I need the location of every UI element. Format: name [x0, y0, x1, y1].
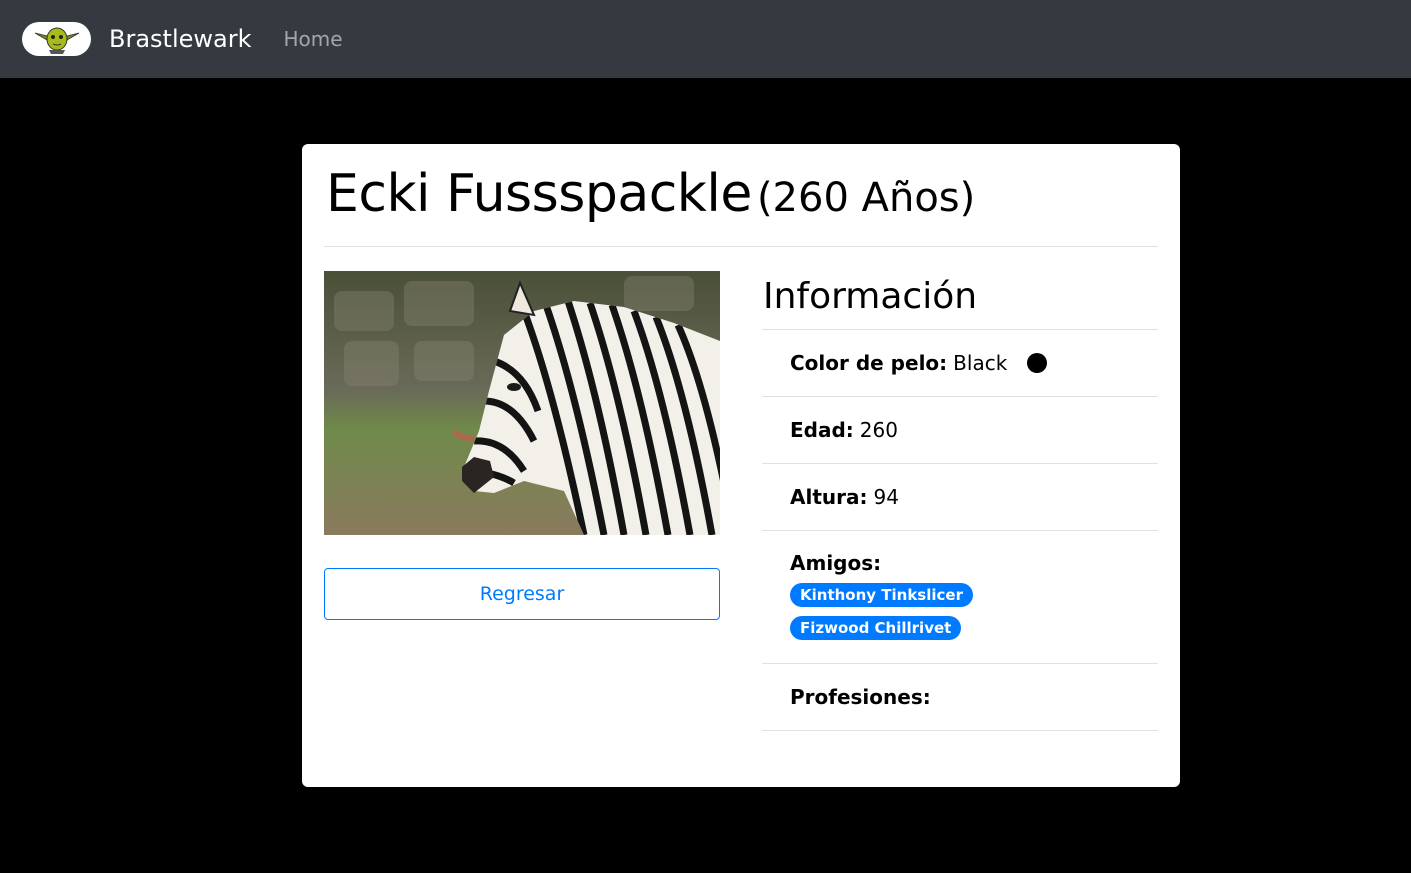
page-title: Ecki Fussspackle (260 Años) — [326, 164, 975, 224]
gnome-name: Ecki Fussspackle — [326, 164, 752, 224]
info-heading: Información — [763, 276, 978, 317]
info-list: Color de pelo: Black Edad: 260 Altura: 9… — [762, 329, 1158, 731]
height-label: Altura: — [790, 485, 868, 509]
title-divider — [324, 246, 1158, 247]
info-panel: Información Color de pelo: Black Edad: 2… — [762, 271, 1158, 731]
hair-color-value: Black — [953, 351, 1008, 375]
navbar: Brastlewark Home — [0, 0, 1411, 78]
gnome-age-title: (260 Años) — [756, 175, 976, 221]
list-item-friends: Amigos: Kinthony Tinkslicer Fizwood Chil… — [762, 531, 1158, 664]
age-value: 260 — [859, 418, 898, 442]
list-item-height: Altura: 94 — [762, 464, 1158, 531]
nav-home-link[interactable]: Home — [284, 27, 343, 51]
professions-label: Profesiones: — [790, 685, 931, 709]
friend-badge[interactable]: Fizwood Chillrivet — [790, 616, 962, 640]
yoda-logo-icon[interactable] — [22, 22, 91, 56]
height-value: 94 — [873, 485, 899, 509]
friends-label: Amigos: — [790, 551, 882, 575]
age-label: Edad: — [790, 418, 854, 442]
hair-color-label: Color de pelo: — [790, 351, 948, 375]
friend-badge[interactable]: Kinthony Tinkslicer — [790, 583, 973, 607]
hair-color-swatch — [1027, 353, 1048, 373]
list-item-age: Edad: 260 — [762, 397, 1158, 464]
zebra-photo — [324, 271, 720, 535]
brand-title[interactable]: Brastlewark — [109, 25, 252, 53]
list-item-hair-color: Color de pelo: Black — [762, 330, 1158, 397]
back-button[interactable]: Regresar — [324, 568, 720, 620]
list-item-professions: Profesiones: — [762, 664, 1158, 731]
profile-card: Ecki Fussspackle (260 Años) Regresar Inf… — [302, 144, 1180, 787]
